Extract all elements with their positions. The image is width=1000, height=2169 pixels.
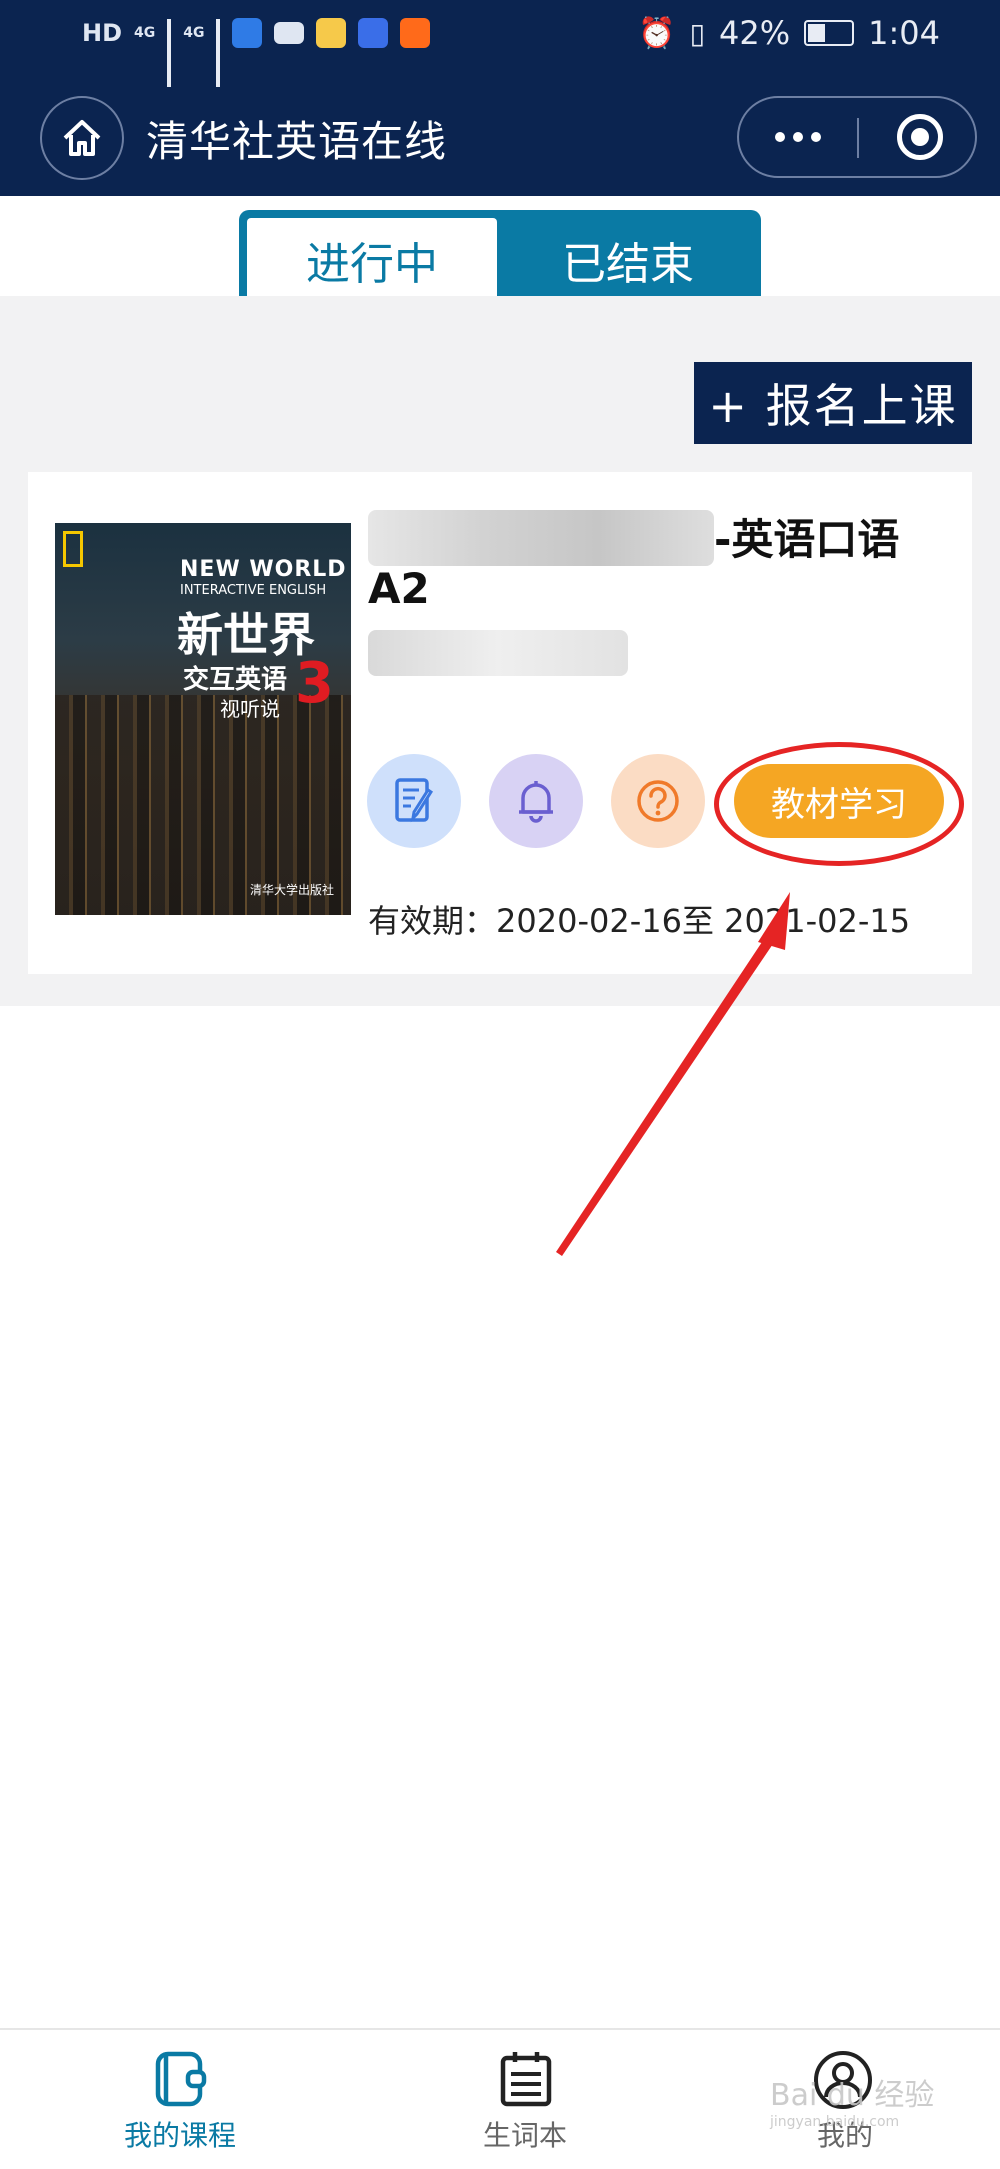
vibrate-icon: ▯ bbox=[689, 16, 706, 50]
watermark-url: jingyan.baidu.com bbox=[770, 2114, 900, 2130]
watermark-text: Bai du 经验 bbox=[770, 2078, 935, 2113]
clock: 1:04 bbox=[868, 14, 940, 52]
battery-percent: 42% bbox=[719, 14, 791, 52]
national-geographic-logo bbox=[63, 531, 83, 567]
nav-my-courses-label: 我的课程 bbox=[123, 2119, 236, 2152]
baidu-app-icon bbox=[358, 18, 389, 48]
home-icon bbox=[63, 120, 101, 156]
help-button[interactable] bbox=[611, 754, 705, 848]
bell-icon bbox=[519, 781, 553, 823]
tab-in-progress[interactable]: 进行中 bbox=[247, 218, 497, 302]
weibo-app-icon bbox=[316, 18, 347, 48]
shield-app-icon bbox=[232, 18, 263, 48]
validity-period: 有效期：2020-02-16至 2021-02-15 bbox=[368, 902, 911, 940]
status-left-icons: HD 4G 4G bbox=[82, 18, 431, 87]
capsule-divider bbox=[857, 118, 859, 158]
course-list-area: + 报名上课 NEW WORLD INTERACTIVE ENGLISH 新世界… bbox=[0, 296, 1000, 1006]
status-bar: HD 4G 4G ⏰ ▯ 42% 1:04 bbox=[0, 0, 1000, 87]
course-title: -英语口语 bbox=[714, 515, 900, 564]
mini-program-capsule bbox=[737, 96, 977, 178]
network-4g-2: 4G bbox=[183, 25, 205, 41]
question-icon bbox=[637, 780, 679, 822]
homework-button[interactable] bbox=[367, 754, 461, 848]
battery-fill bbox=[808, 24, 825, 42]
calendar-list-icon bbox=[500, 2052, 552, 2107]
enroll-button[interactable]: + 报名上课 bbox=[694, 362, 972, 444]
baidu-watermark: Bai du 经验 jingyan.baidu.com bbox=[770, 2070, 934, 2130]
app-title: 清华社英语在线 bbox=[146, 117, 448, 166]
home-button[interactable] bbox=[40, 96, 124, 180]
notification-button[interactable] bbox=[489, 754, 583, 848]
top-bar: HD 4G 4G ⏰ ▯ 42% 1:04 清华社英语在线 bbox=[0, 0, 1000, 196]
highlight-annotation bbox=[714, 742, 964, 866]
cover-publisher: 清华大学出版社 bbox=[250, 883, 335, 897]
battery-icon bbox=[804, 20, 855, 46]
course-title-line2: A2 bbox=[368, 564, 430, 613]
status-right: ⏰ ▯ 42% 1:04 bbox=[638, 14, 940, 52]
cover-brand: NEW WORLD bbox=[180, 557, 347, 582]
signal-icon-2 bbox=[216, 19, 221, 87]
cover-series: 交互英语 bbox=[183, 665, 288, 695]
course-title-blurred bbox=[368, 510, 714, 566]
notebook-icon bbox=[155, 2051, 207, 2107]
signal-icon bbox=[167, 19, 172, 87]
tabs-section: 进行中 已结束 bbox=[0, 196, 1000, 310]
nav-vocabulary-label: 生词本 bbox=[482, 2119, 567, 2152]
taobao-app-icon bbox=[400, 18, 431, 48]
hd-indicator: HD bbox=[82, 19, 123, 47]
alarm-icon: ⏰ bbox=[638, 15, 676, 51]
cover-volume: 3 bbox=[295, 651, 334, 716]
more-button[interactable] bbox=[739, 98, 857, 176]
cover-series2: 视听说 bbox=[220, 697, 280, 721]
tab-finished[interactable]: 已结束 bbox=[503, 218, 753, 302]
course-card[interactable]: NEW WORLD INTERACTIVE ENGLISH 新世界 交互英语 视… bbox=[28, 472, 972, 974]
network-4g-1: 4G bbox=[134, 25, 156, 41]
segmented-control: 进行中 已结束 bbox=[239, 210, 761, 310]
nav-my-courses[interactable]: 我的课程 bbox=[90, 2048, 270, 2158]
course-subtitle-blurred bbox=[368, 630, 628, 676]
briefcase-app-icon bbox=[274, 22, 305, 44]
document-edit-icon bbox=[395, 778, 434, 823]
app-header: 清华社英语在线 bbox=[0, 88, 1000, 188]
nav-vocabulary[interactable]: 生词本 bbox=[435, 2048, 615, 2158]
close-target-button[interactable] bbox=[897, 114, 943, 160]
cover-subtitle: INTERACTIVE ENGLISH bbox=[180, 583, 327, 598]
course-cover-image[interactable]: NEW WORLD INTERACTIVE ENGLISH 新世界 交互英语 视… bbox=[55, 523, 351, 915]
